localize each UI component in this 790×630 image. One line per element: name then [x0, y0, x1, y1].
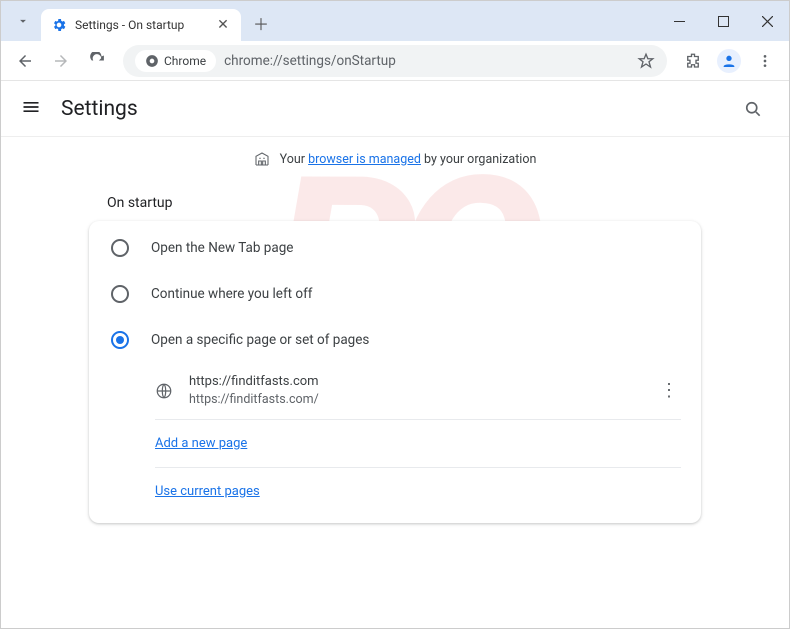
building-icon — [254, 151, 270, 167]
menu-icon — [21, 97, 41, 117]
chrome-icon — [145, 54, 159, 68]
radio-specific-pages[interactable]: Open a specific page or set of pages — [89, 317, 701, 363]
managed-notice: Your browser is managed by your organiza… — [1, 137, 789, 181]
startup-card: Open the New Tab page Continue where you… — [89, 221, 701, 523]
add-page-row: Add a new page — [155, 420, 701, 467]
reload-icon — [89, 52, 106, 69]
reload-button[interactable] — [81, 45, 113, 77]
site-chip[interactable]: Chrome — [135, 50, 216, 72]
menu-button[interactable] — [749, 45, 781, 77]
profile-button[interactable] — [713, 45, 745, 77]
close-icon[interactable]: ✕ — [215, 17, 231, 33]
gear-icon — [51, 17, 67, 33]
search-icon — [743, 99, 763, 119]
bookmark-button[interactable] — [637, 52, 655, 70]
avatar — [717, 49, 741, 73]
url-text: chrome://settings/onStartup — [224, 53, 629, 69]
minimize-button[interactable] — [657, 1, 701, 41]
radio-new-tab[interactable]: Open the New Tab page — [89, 225, 701, 271]
more-vert-icon — [757, 53, 773, 69]
forward-button[interactable] — [45, 45, 77, 77]
radio-label: Open a specific page or set of pages — [151, 332, 369, 348]
search-settings-button[interactable] — [737, 93, 769, 125]
radio-continue[interactable]: Continue where you left off — [89, 271, 701, 317]
arrow-right-icon — [52, 52, 70, 70]
radio-label: Continue where you left off — [151, 286, 313, 302]
browser-tab[interactable]: Settings - On startup ✕ — [41, 9, 241, 41]
page-url-text: https://finditfasts.com/ — [189, 391, 643, 409]
window-controls — [657, 1, 789, 41]
add-page-link[interactable]: Add a new page — [155, 436, 247, 451]
extensions-button[interactable] — [677, 45, 709, 77]
site-chip-label: Chrome — [164, 54, 206, 68]
hamburger-button[interactable] — [21, 97, 45, 121]
settings-header: Settings — [1, 81, 789, 137]
radio-icon — [111, 239, 129, 257]
maximize-button[interactable] — [701, 1, 745, 41]
arrow-left-icon — [16, 52, 34, 70]
back-button[interactable] — [9, 45, 41, 77]
person-icon — [721, 53, 737, 69]
startup-page-row: https://finditfasts.com https://finditfa… — [155, 363, 701, 419]
star-icon — [637, 52, 655, 70]
omnibox[interactable]: Chrome chrome://settings/onStartup — [123, 45, 667, 77]
radio-label: Open the New Tab page — [151, 240, 293, 256]
globe-icon — [155, 382, 173, 400]
managed-link[interactable]: browser is managed — [308, 152, 421, 167]
new-tab-button[interactable]: ＋ — [247, 9, 275, 37]
page-more-button[interactable]: ⋮ — [659, 380, 683, 401]
close-window-button[interactable] — [745, 1, 789, 41]
page-content: Settings Your browser is managed by your… — [1, 81, 789, 630]
tab-title: Settings - On startup — [75, 18, 207, 32]
use-current-link[interactable]: Use current pages — [155, 484, 260, 499]
page-title-text: https://finditfasts.com — [189, 373, 643, 391]
section-title: On startup — [89, 181, 701, 221]
puzzle-icon — [684, 52, 702, 70]
chevron-down-icon — [16, 14, 30, 28]
toolbar: Chrome chrome://settings/onStartup — [1, 41, 789, 81]
tab-strip: Settings - On startup ✕ ＋ — [1, 1, 789, 41]
managed-text: Your browser is managed by your organiza… — [280, 152, 537, 167]
tab-search-button[interactable] — [9, 7, 37, 35]
radio-icon — [111, 285, 129, 303]
page-title: Settings — [61, 97, 138, 121]
use-current-row: Use current pages — [155, 468, 701, 515]
radio-icon — [111, 331, 129, 349]
page-info: https://finditfasts.com https://finditfa… — [189, 373, 643, 409]
